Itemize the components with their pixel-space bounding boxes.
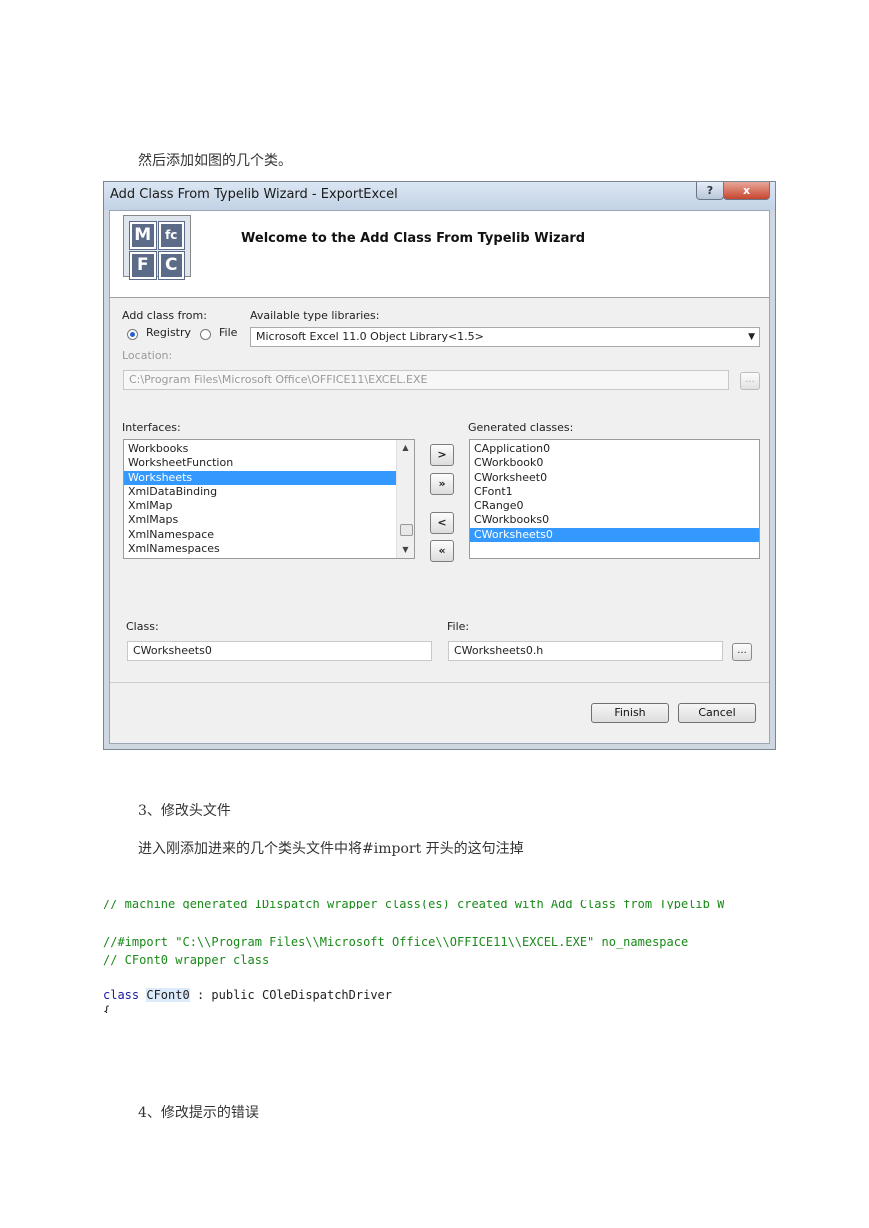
wizard-heading: Welcome to the Add Class From Typelib Wi…	[241, 231, 586, 246]
code-class-rest: : public COleDispatchDriver	[189, 988, 393, 1002]
interface-list-item[interactable]: Workbooks	[124, 442, 399, 456]
step3-text: 进入刚添加进来的几个类头文件中将#import 开头的这句注掉	[138, 841, 524, 857]
dropdown-arrow-icon: ▼	[748, 332, 755, 342]
logo-letter: F	[129, 251, 157, 280]
generated-class-item[interactable]: CFont1	[470, 485, 759, 499]
generated-class-item[interactable]: CWorksheets0	[470, 527, 759, 543]
code-line-cut: // machine generated IDispatch wrapper c…	[103, 900, 725, 909]
logo-letter: M	[129, 221, 157, 250]
location-browse-button[interactable]: ...	[740, 372, 760, 390]
registry-radio[interactable]	[127, 329, 138, 340]
location-label: Location:	[122, 349, 173, 362]
interfaces-scrollbar[interactable]: ▲ ▼	[396, 440, 414, 558]
code-keyword-class: class	[103, 988, 140, 1002]
file-radio[interactable]	[200, 329, 211, 340]
generated-class-item[interactable]: CWorkbook0	[470, 456, 759, 470]
code-class-name: CFont0	[146, 988, 190, 1002]
registry-radio-label: Registry	[146, 326, 192, 339]
interface-list-item[interactable]: XmlNamespaces	[124, 542, 399, 556]
dialog-footer: Finish Cancel	[110, 682, 769, 743]
generated-class-item[interactable]: CRange0	[470, 499, 759, 513]
wizard-banner: M fc F C Welcome to the Add Class From T…	[110, 211, 769, 298]
interface-list-item[interactable]: XmlMaps	[124, 513, 399, 527]
logo-letter: C	[157, 251, 185, 280]
file-browse-button[interactable]: ...	[732, 643, 752, 661]
help-button[interactable]: ?	[696, 182, 724, 200]
interfaces-label: Interfaces:	[122, 421, 181, 434]
scroll-up-icon[interactable]: ▲	[397, 440, 414, 456]
class-label: Class:	[126, 620, 159, 633]
type-library-value: Microsoft Excel 11.0 Object Library<1.5>	[256, 330, 484, 343]
step3-heading: 3、修改头文件	[138, 803, 231, 819]
available-libraries-label: Available type libraries:	[250, 309, 380, 322]
title-bar: Add Class From Typelib Wizard - ExportEx…	[104, 182, 775, 210]
interfaces-list[interactable]: Workbooks WorksheetFunction Worksheets XmlD…	[123, 439, 415, 559]
dialog-title: Add Class From Typelib Wizard - ExportEx…	[110, 187, 398, 202]
remove-all-button[interactable]: «	[430, 540, 454, 562]
generated-classes-label: Generated classes:	[468, 421, 574, 434]
scroll-down-icon[interactable]: ▼	[397, 542, 414, 558]
file-name-input[interactable]: CWorksheets0.h	[448, 641, 723, 661]
type-library-dropdown[interactable]: Microsoft Excel 11.0 Object Library<1.5>…	[250, 327, 760, 347]
interface-list-item[interactable]: XmlMap	[124, 499, 399, 513]
add-all-button[interactable]: »	[430, 473, 454, 495]
interface-list-item[interactable]: XmlNamespace	[124, 528, 399, 542]
logo-letter: fc	[157, 221, 185, 250]
cancel-button[interactable]: Cancel	[678, 703, 756, 723]
code-line-import: //#import "C:\\Program Files\\Microsoft …	[103, 935, 689, 949]
file-radio-label: File	[219, 326, 238, 339]
code-brace: {	[103, 1004, 111, 1013]
finish-button[interactable]: Finish	[591, 703, 669, 723]
interface-list-item[interactable]: XmlDataBinding	[124, 485, 399, 499]
location-field[interactable]: C:\Program Files\Microsoft Office\OFFICE…	[123, 370, 729, 390]
remove-one-button[interactable]: <	[430, 512, 454, 534]
file-label: File:	[447, 620, 470, 633]
scroll-thumb[interactable]	[400, 524, 413, 536]
generated-class-item[interactable]: CWorkbooks0	[470, 513, 759, 527]
close-button[interactable]: x	[723, 182, 770, 200]
generated-class-item[interactable]: CWorksheet0	[470, 471, 759, 485]
mfc-logo-icon: M fc F C	[123, 215, 191, 280]
add-class-from-label: Add class from:	[122, 309, 207, 322]
add-one-button[interactable]: >	[430, 444, 454, 466]
class-name-input[interactable]: CWorksheets0	[127, 641, 432, 661]
code-line-comment: // CFont0 wrapper class	[103, 953, 270, 967]
code-line-class: class CFont0 : public COleDispatchDriver	[103, 988, 392, 1002]
interface-list-item[interactable]: WorksheetFunction	[124, 456, 399, 470]
interface-list-item[interactable]: Worksheets	[124, 470, 399, 485]
generated-classes-list[interactable]: CApplication0 CWorkbook0 CWorksheet0 CFont1…	[469, 439, 760, 559]
step4-heading: 4、修改提示的错误	[138, 1105, 259, 1121]
add-class-wizard-dialog: Add Class From Typelib Wizard - ExportEx…	[103, 181, 776, 750]
intro-text: 然后添加如图的几个类。	[138, 153, 292, 169]
generated-class-item[interactable]: CApplication0	[470, 442, 759, 456]
dialog-body: M fc F C Welcome to the Add Class From T…	[109, 210, 770, 744]
